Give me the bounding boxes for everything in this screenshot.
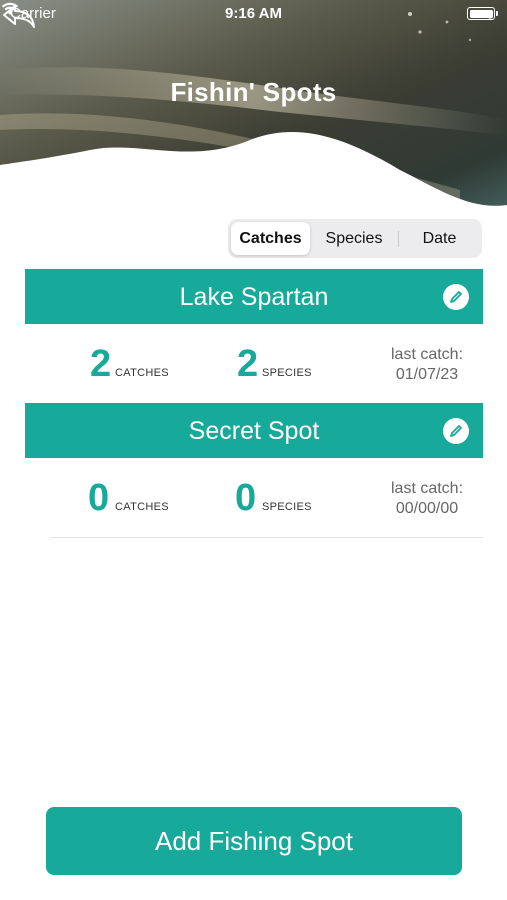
last-catch: last catch: 00/00/00 [370, 479, 484, 519]
battery-icon [467, 7, 498, 20]
edit-spot-button[interactable] [443, 418, 469, 444]
sort-segmented-control: Catches Species Date [228, 219, 482, 258]
last-catch-date: 00/00/00 [395, 500, 459, 517]
species-label: SPECIES [262, 367, 312, 379]
header-banner: Carrier 9:16 AM Fishin' Spots [0, 0, 507, 215]
last-catch-label: last catch: [390, 346, 464, 363]
species-label: SPECIES [262, 501, 312, 513]
list-divider [50, 537, 483, 538]
spot-name: Secret Spot [188, 417, 320, 445]
last-catch-label: last catch: [390, 480, 464, 497]
pencil-icon [450, 425, 462, 437]
last-catch-date: 01/07/23 [395, 366, 459, 383]
catches-label: CATCHES [115, 501, 169, 513]
segment-species[interactable]: Species [312, 222, 396, 255]
species-count: 2 [237, 343, 259, 385]
spot-header-secret-spot[interactable]: Secret Spot [25, 403, 483, 458]
spot-name: Lake Spartan [179, 283, 329, 311]
page-title: Fishin' Spots [170, 77, 337, 107]
add-fishing-spot-button[interactable]: Add Fishing Spot [46, 807, 462, 875]
reply-arrow-icon [3, 5, 35, 28]
catches-count: 2 [90, 343, 112, 385]
status-bar: Carrier 9:16 AM [0, 0, 507, 30]
species-count: 0 [235, 477, 257, 519]
back-button[interactable] [0, 0, 38, 32]
segment-divider [398, 231, 399, 247]
catches-count: 0 [88, 477, 110, 519]
last-catch: last catch: 01/07/23 [370, 345, 484, 385]
segment-catches[interactable]: Catches [231, 222, 310, 255]
pencil-icon [450, 291, 462, 303]
status-time: 9:16 AM [225, 5, 282, 22]
spot-header-lake-spartan[interactable]: Lake Spartan [25, 269, 483, 324]
catches-label: CATCHES [115, 367, 169, 379]
edit-spot-button[interactable] [443, 284, 469, 310]
segment-date[interactable]: Date [400, 222, 479, 255]
